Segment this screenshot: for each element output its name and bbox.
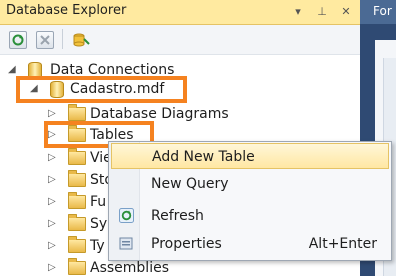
tree-node-label: Assemblies [90, 260, 169, 276]
expand-arrow-icon[interactable]: ▷ [48, 171, 58, 189]
panel-title-bar: Database Explorer ▾ ⊥ ✕ [0, 0, 360, 25]
expand-arrow-icon[interactable]: ▷ [48, 237, 58, 255]
refresh-icon [119, 208, 134, 223]
tree-node-label: Sy [90, 216, 108, 232]
connect-to-database-icon[interactable] [72, 31, 90, 47]
menu-item-label: Add New Table [152, 149, 255, 165]
toolbar-separator [62, 29, 63, 49]
folder-icon [68, 192, 86, 209]
folder-icon [68, 236, 86, 253]
menu-item-label: New Query [151, 176, 229, 192]
folder-icon [68, 170, 86, 187]
document-tab-label: For [373, 4, 392, 18]
menu-item-new-query[interactable]: New Query [111, 171, 389, 197]
panel-title: Database Explorer [6, 3, 127, 18]
folder-icon [68, 258, 86, 275]
folder-icon [68, 104, 86, 121]
properties-icon [119, 236, 134, 251]
menu-item-properties[interactable]: Properties Alt+Enter [111, 231, 389, 257]
explorer-toolbar [0, 25, 360, 55]
folder-icon [68, 214, 86, 231]
menu-item-label: Refresh [151, 208, 204, 224]
menu-item-shortcut: Alt+Enter [308, 236, 377, 252]
dropdown-icon[interactable]: ▾ [290, 4, 306, 20]
expand-arrow-icon[interactable]: ▷ [48, 215, 58, 233]
tree-node-label: Ty [90, 238, 105, 254]
menu-item-add-new-table[interactable]: Add New Table [111, 143, 389, 169]
tree-node-label: Fu [90, 194, 107, 210]
stop-icon[interactable] [36, 31, 54, 49]
refresh-icon[interactable] [9, 31, 27, 49]
context-menu: Add New Table New Query Refresh Properti… [108, 141, 392, 261]
highlight-box-database [16, 76, 187, 103]
expand-arrow-icon[interactable]: ▷ [48, 149, 58, 167]
menu-item-refresh[interactable]: Refresh [111, 203, 389, 229]
folder-icon [68, 148, 86, 165]
close-icon[interactable]: ✕ [338, 4, 354, 20]
menu-item-label: Properties [151, 236, 222, 252]
expand-arrow-icon[interactable]: ▷ [48, 193, 58, 211]
expand-arrow-icon[interactable]: ▷ [48, 259, 58, 277]
pin-icon[interactable]: ⊥ [314, 4, 330, 20]
